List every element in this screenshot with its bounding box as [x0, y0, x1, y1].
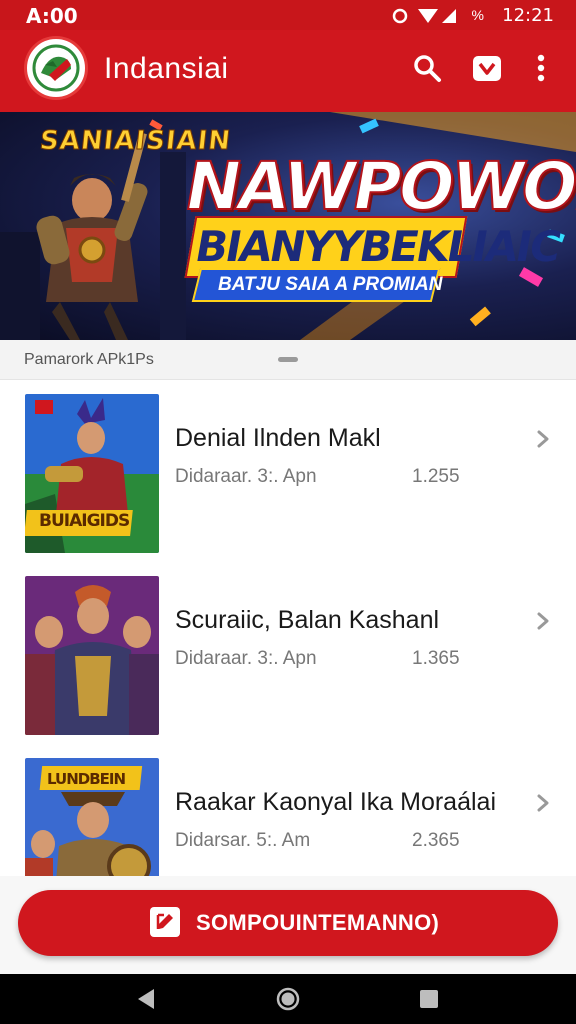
app-list: BUIAIGIDS Denial Ilnden Makl Didaraar. 3…	[0, 380, 576, 876]
recents-icon[interactable]	[416, 986, 442, 1012]
home-icon[interactable]	[275, 986, 301, 1012]
chevron-right-icon	[537, 612, 549, 630]
item-title: Scuraiic, Balan Kashanl	[175, 606, 440, 634]
item-title: Denial Ilnden Makl	[175, 424, 381, 452]
game-thumbnail	[25, 576, 159, 735]
app-logo-icon[interactable]	[24, 36, 88, 100]
status-time-right: 12:21	[502, 5, 554, 26]
status-icons	[392, 8, 456, 24]
search-button[interactable]	[410, 50, 444, 86]
list-item[interactable]: LUNDBEIN Raakar Kaonyal Ika Moraálai Did…	[0, 744, 576, 876]
list-item[interactable]: BUIAIGIDS Denial Ilnden Makl Didaraar. 3…	[0, 380, 576, 562]
item-count: 1.255	[412, 466, 460, 487]
system-nav-bar	[0, 974, 576, 1024]
item-count: 1.365	[412, 648, 460, 669]
banner-title: NAWPOWON	[178, 147, 576, 226]
battery-percent: %	[471, 7, 484, 23]
more-menu-button[interactable]	[524, 50, 558, 86]
item-subtitle: Didaraar. 3:. Apn	[175, 466, 317, 487]
primary-action-button[interactable]: SOMPOUINTEMANNO)	[18, 890, 558, 956]
item-subtitle: Didarsar. 5:. Am	[175, 830, 311, 851]
item-count: 2.365	[412, 830, 460, 851]
thumbnail-caption: BUIAIGIDS	[39, 511, 130, 531]
game-thumbnail: LUNDBEIN	[25, 758, 159, 876]
wifi-icon	[418, 9, 438, 23]
thumbnail-caption: LUNDBEIN	[47, 770, 126, 788]
app-bar: Indansiai	[0, 30, 576, 112]
chevron-right-icon	[537, 430, 549, 448]
item-title: Raakar Kaonyal Ika Moraálai	[175, 788, 496, 816]
status-bar: A:00 % 12:21	[0, 0, 576, 30]
alarm-icon	[392, 8, 408, 24]
search-icon	[414, 55, 441, 82]
signal-icon	[442, 9, 456, 23]
promo-banner[interactable]: SANIAISIAIN NAWPOWON BIANYYBEKLIAIC BATJ…	[0, 112, 576, 340]
edit-icon	[150, 907, 180, 937]
store-button[interactable]	[470, 50, 504, 86]
list-item[interactable]: Scuraiic, Balan Kashanl Didaraar. 3:. Ap…	[0, 562, 576, 744]
item-subtitle: Didaraar. 3:. Apn	[175, 648, 317, 669]
back-icon[interactable]	[134, 986, 160, 1012]
game-thumbnail: BUIAIGIDS	[25, 394, 159, 553]
status-time-left: A:00	[26, 4, 78, 28]
more-vert-icon	[537, 54, 545, 82]
section-header: Pamarork APk1Ps	[0, 340, 576, 380]
primary-action-label: SOMPOUINTEMANNO)	[196, 910, 440, 935]
banner-tag: BATJU SAIA A PROMIAN	[218, 274, 443, 295]
store-icon	[473, 56, 501, 81]
banner-subtitle: BIANYYBEKLIAIC	[191, 222, 564, 271]
chevron-right-icon	[537, 794, 549, 812]
section-title: Pamarork APk1Ps	[24, 351, 154, 368]
app-title: Indansiai	[104, 52, 229, 85]
drag-handle[interactable]	[278, 357, 298, 362]
